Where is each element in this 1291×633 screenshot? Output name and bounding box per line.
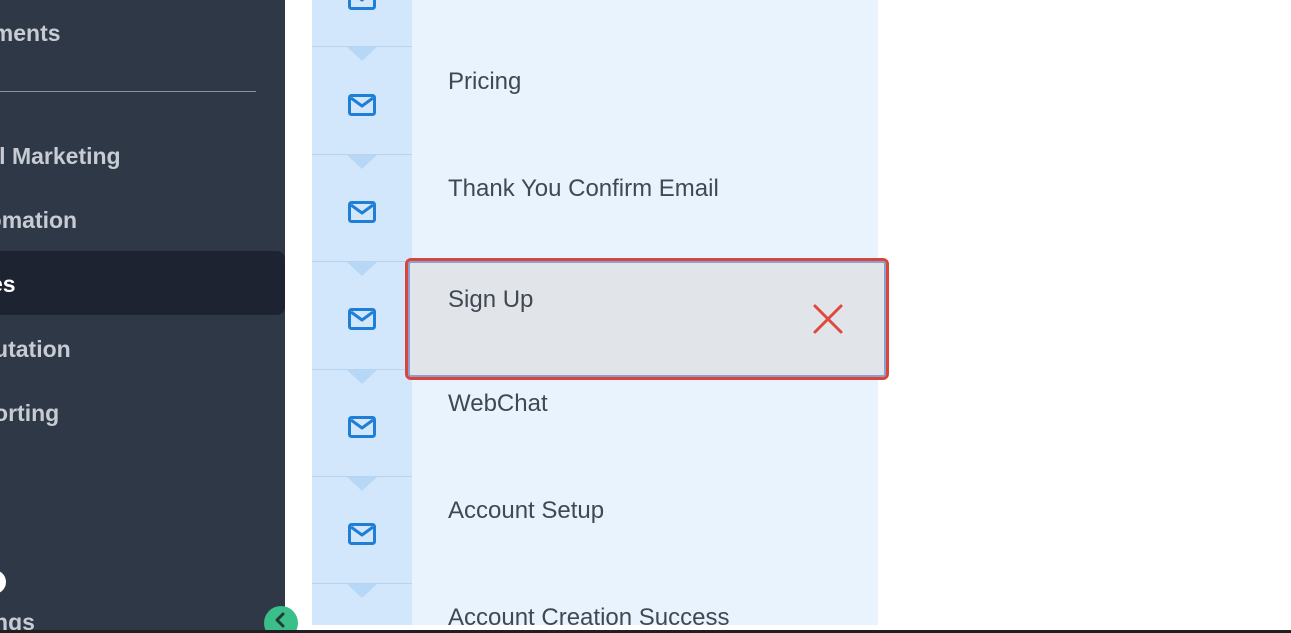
list-item-sign-up[interactable]: Sign Up <box>405 258 889 380</box>
sidebar-item-sites[interactable] <box>0 251 285 315</box>
row-notch <box>347 584 377 598</box>
row-notch <box>347 155 377 169</box>
sidebar: yments ail Marketing tomation es putatio… <box>0 0 285 633</box>
row-notch <box>347 370 377 384</box>
row-notch <box>347 477 377 491</box>
sidebar-divider <box>0 91 256 92</box>
mail-icon <box>348 308 376 330</box>
sidebar-item-email-marketing[interactable]: ail Marketing <box>0 141 121 171</box>
sidebar-item-automation[interactable]: tomation <box>0 205 77 235</box>
close-icon[interactable] <box>812 303 844 335</box>
list-item-label: Account Creation Success <box>448 604 730 631</box>
row-notch <box>347 47 377 61</box>
sidebar-item-reporting[interactable]: porting <box>0 398 59 428</box>
row-notch <box>347 262 377 276</box>
mail-icon <box>348 416 376 438</box>
list-item-label: Thank You Confirm Email <box>448 175 719 202</box>
sidebar-item-payments[interactable]: yments <box>0 18 61 48</box>
chevron-left-icon <box>275 612 285 628</box>
mail-icon <box>348 94 376 116</box>
sidebar-collapse-button[interactable] <box>264 606 298 633</box>
list-item-label: WebChat <box>448 390 548 417</box>
list-item-label: Sign Up <box>448 286 534 313</box>
list-item-label: Pricing <box>448 68 522 95</box>
list-item-label: Account Setup <box>448 497 605 524</box>
mail-icon <box>348 201 376 223</box>
sidebar-item-reputation[interactable]: putation <box>0 334 71 364</box>
mail-icon <box>348 523 376 545</box>
settings-icon <box>0 570 6 594</box>
mail-icon <box>348 0 376 10</box>
sidebar-item-sites-label: es <box>0 271 16 297</box>
page: yments ail Marketing tomation es putatio… <box>0 0 1291 633</box>
